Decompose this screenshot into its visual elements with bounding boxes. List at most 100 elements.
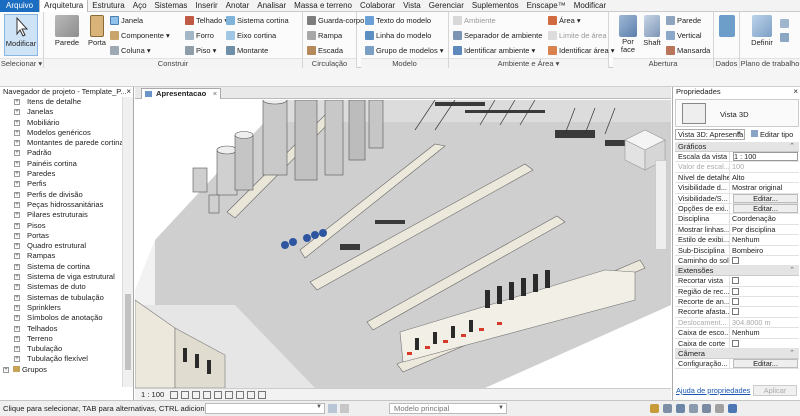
navigation-bar[interactable] <box>655 160 667 250</box>
tree-item[interactable]: + Padrão <box>0 148 122 158</box>
type-selector[interactable]: Vista 3D <box>675 99 799 127</box>
tree-item[interactable]: + Terreno <box>0 334 122 344</box>
identificar-area-button[interactable]: Identificar área ▾ <box>548 45 614 56</box>
expand-icon[interactable]: + <box>14 243 20 250</box>
view-tab-apresentacao[interactable]: Apresentacao × <box>141 88 222 99</box>
telhado-button[interactable]: Telhado ▾ <box>185 15 228 26</box>
eixo-cortina-button[interactable]: Eixo cortina <box>226 30 276 41</box>
expand-icon[interactable]: + <box>14 201 20 208</box>
dados-button[interactable] <box>716 14 738 56</box>
prop-row[interactable]: Caixa de esco... Nenhum <box>675 328 799 339</box>
expand-icon[interactable]: + <box>14 335 20 342</box>
tree-item[interactable]: + Rampas <box>0 251 122 261</box>
sun-path-icon[interactable] <box>192 390 201 399</box>
annotation-crop-checkbox[interactable] <box>732 298 739 306</box>
prop-row[interactable]: Estilo de exibi... Nenhum <box>675 235 799 246</box>
tree-item[interactable]: + Sistema de viga estrutural <box>0 272 122 282</box>
prop-row[interactable]: Recorte de an... <box>675 297 799 308</box>
expand-icon[interactable]: + <box>14 191 20 198</box>
limite-area-button[interactable]: Limite de área <box>548 30 607 41</box>
mansarda-button[interactable]: Mansarda <box>666 45 710 56</box>
prop-value[interactable]: Alto <box>730 173 799 182</box>
expand-icon[interactable]: + <box>14 160 20 167</box>
prop-row[interactable]: Sub-Disciplina Bombeiro <box>675 245 799 256</box>
expand-icon[interactable]: + <box>14 284 20 291</box>
prop-value[interactable]: Nenhum <box>730 328 799 337</box>
tree-item[interactable]: + Montantes de parede cortina <box>0 138 122 148</box>
editable-only-icon[interactable] <box>328 404 337 413</box>
tab-massa-terreno[interactable]: Massa e terreno <box>290 0 356 12</box>
rampa-button[interactable]: Rampa <box>307 30 342 41</box>
edit-display-options-button[interactable]: Editar... <box>733 203 798 213</box>
tab-analisar[interactable]: Analisar <box>253 0 290 12</box>
shadows-icon[interactable] <box>203 390 212 399</box>
browser-scrollbar[interactable] <box>122 97 133 387</box>
expand-icon[interactable]: + <box>14 99 20 105</box>
sistema-cortina-button[interactable]: Sistema cortina <box>226 15 289 26</box>
instance-filter-dropdown[interactable]: Vista 3D: Apresenta ▼ <box>675 129 745 140</box>
close-icon[interactable]: × <box>126 87 131 96</box>
expand-icon[interactable]: + <box>14 274 20 281</box>
tree-item[interactable]: + Janelas <box>0 107 122 117</box>
render-icon[interactable] <box>214 390 223 399</box>
expand-icon[interactable]: + <box>14 109 20 116</box>
expand-icon[interactable]: + <box>14 212 20 219</box>
piso-button[interactable]: Piso ▾ <box>185 45 216 56</box>
prop-row[interactable]: Caminho do sol <box>675 255 799 267</box>
tree-item[interactable]: + Pilares estruturais <box>0 210 122 220</box>
montante-button[interactable]: Montante <box>226 45 268 56</box>
prop-row[interactable]: Disciplina Coordenação <box>675 214 799 225</box>
tab-anotar[interactable]: Anotar <box>222 0 254 12</box>
modify-button[interactable]: Modificar <box>4 14 38 56</box>
temp-hide-icon[interactable] <box>258 390 267 399</box>
componente-button[interactable]: Componente ▾ <box>110 30 170 41</box>
tree-item[interactable]: + Tubulação flexível <box>0 354 122 364</box>
tab-arquivo[interactable]: Arquivo <box>0 0 40 12</box>
texto-modelo-button[interactable]: Texto do modelo <box>365 15 431 26</box>
tab-vista[interactable]: Vista <box>399 0 425 12</box>
section-extensoes[interactable]: Extensões ⌃ <box>675 266 799 277</box>
ambiente-button[interactable]: Ambiente <box>453 15 496 26</box>
expand-icon[interactable]: + <box>14 222 20 229</box>
expand-icon[interactable]: + <box>14 171 20 178</box>
hide-crop-icon[interactable] <box>236 390 245 399</box>
identificar-ambiente-button[interactable]: Identificar ambiente ▾ <box>453 45 535 56</box>
escada-button[interactable]: Escada <box>307 45 343 56</box>
edit-camera-button[interactable]: Editar... <box>733 359 798 369</box>
view-scale[interactable]: 1 : 100 <box>135 390 170 399</box>
vertical-button[interactable]: Vertical <box>666 30 702 41</box>
expand-icon[interactable]: + <box>14 263 20 270</box>
plano-small-2[interactable] <box>780 32 789 43</box>
prop-row[interactable]: Visibilidade d... Mostrar original <box>675 183 799 194</box>
tab-suplementos[interactable]: Suplementos <box>468 0 523 12</box>
crop-view-checkbox[interactable] <box>732 277 739 285</box>
prop-row[interactable]: Mostrar linhas... Por disciplina <box>675 224 799 236</box>
area-button[interactable]: Área ▾ <box>548 15 581 26</box>
tab-gerenciar[interactable]: Gerenciar <box>425 0 468 12</box>
detail-level-icon[interactable] <box>170 390 179 399</box>
expand-icon[interactable]: + <box>14 325 20 332</box>
expand-icon[interactable]: + <box>14 140 20 147</box>
tab-sistemas[interactable]: Sistemas <box>151 0 192 12</box>
tree-item[interactable]: + Símbolos de anotação <box>0 313 122 323</box>
tree-item[interactable]: + Sistema de cortina <box>0 262 122 272</box>
prop-row[interactable]: Configuração... Editar... <box>675 359 799 370</box>
background-process-icon[interactable] <box>715 404 724 413</box>
apply-button[interactable]: Aplicar <box>753 385 797 396</box>
view-scale-input[interactable]: 1 : 100 <box>733 152 798 161</box>
tree-item[interactable]: + Paredes <box>0 169 122 179</box>
drag-elements-icon[interactable] <box>702 404 711 413</box>
tree-item[interactable]: + Telhados <box>0 324 122 334</box>
tab-estrutura[interactable]: Estrutura <box>88 0 128 12</box>
prop-value[interactable]: Bombeiro <box>730 246 799 255</box>
prop-row[interactable]: Nível de detalhe Alto <box>675 172 799 184</box>
3d-viewport[interactable] <box>135 100 671 388</box>
select-underlay-icon[interactable] <box>663 404 672 413</box>
tree-item[interactable]: + Portas <box>0 231 122 241</box>
prop-value[interactable]: Por disciplina <box>730 225 799 234</box>
prop-row[interactable]: Caixa de corte <box>675 338 799 350</box>
tree-item[interactable]: + Itens de detalhe <box>0 97 122 107</box>
separador-ambiente-button[interactable]: Separador de ambiente <box>453 30 542 41</box>
porta-button[interactable]: Porta <box>80 14 114 56</box>
worksets-icon[interactable] <box>340 404 349 413</box>
